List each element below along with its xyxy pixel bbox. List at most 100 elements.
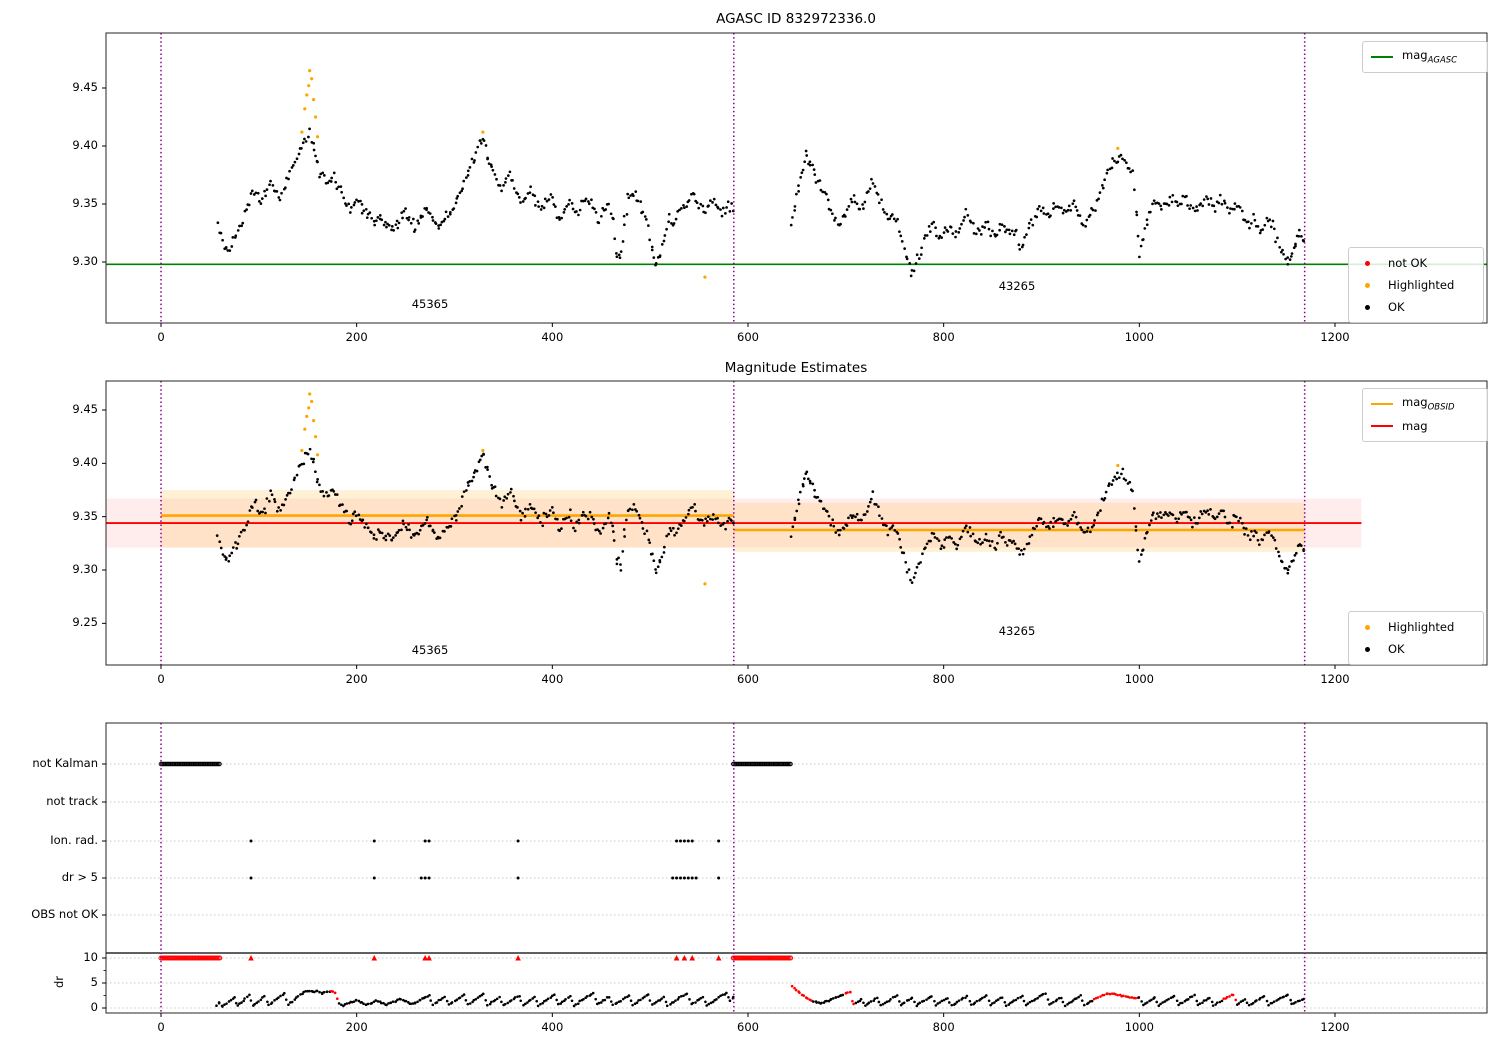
ok-point	[350, 206, 353, 209]
dr-point	[462, 993, 466, 996]
highlighted-point	[307, 84, 311, 88]
ok-point	[1181, 194, 1185, 198]
ok-point	[644, 218, 648, 221]
ok-point	[609, 521, 613, 525]
dr-point	[1267, 1003, 1270, 1007]
dr-point	[519, 999, 523, 1003]
ok-point	[685, 205, 689, 208]
flag-point	[427, 876, 431, 880]
ok-point	[650, 245, 654, 249]
ok-point	[726, 200, 730, 204]
x-tick-label: 400	[541, 330, 564, 344]
ok-point	[612, 539, 616, 542]
dr-point	[591, 991, 595, 995]
dr-point	[679, 994, 683, 998]
ok-point	[1113, 475, 1117, 479]
ok-point	[954, 235, 957, 239]
ok-point	[845, 524, 849, 527]
ok-point	[1111, 479, 1115, 482]
ok-point	[1218, 193, 1222, 197]
ok-point	[1277, 554, 1281, 558]
ok-point	[615, 255, 619, 259]
ok-point	[874, 503, 878, 506]
ok-point	[1193, 209, 1197, 213]
ok-point	[428, 212, 432, 215]
ok-point	[932, 220, 936, 224]
dr-point	[576, 1002, 580, 1006]
ok-point	[301, 141, 305, 145]
ok-point	[470, 157, 474, 161]
dr-point	[1140, 1000, 1143, 1003]
dr-point	[574, 1003, 578, 1006]
ok-point	[512, 494, 515, 498]
ok-point	[533, 194, 537, 198]
ok-point	[1152, 199, 1156, 203]
ok-point	[979, 233, 983, 236]
dr-point	[1044, 992, 1047, 995]
ok-point	[587, 202, 591, 206]
dr-point	[1245, 1001, 1249, 1005]
flag-point	[690, 839, 694, 843]
ok-point	[645, 529, 649, 533]
ok-point	[1286, 571, 1290, 575]
legend-row: OK	[1357, 638, 1473, 660]
x-tick-label: 600	[737, 330, 759, 344]
dr-point	[217, 1001, 221, 1004]
ok-point	[1167, 203, 1171, 207]
legend-label: OK	[1388, 300, 1405, 314]
dr-point	[879, 1003, 882, 1007]
ok-point	[1223, 201, 1227, 205]
ok-point	[611, 530, 615, 533]
ok-point	[1243, 218, 1247, 222]
ok-point	[271, 183, 275, 187]
ok-point	[263, 189, 266, 193]
ok-point	[321, 171, 325, 175]
dr-point	[895, 994, 899, 997]
ok-point	[969, 220, 973, 224]
dr-point	[1251, 1001, 1255, 1005]
ok-point	[1074, 205, 1078, 209]
ok-point	[551, 196, 554, 199]
dr-point	[859, 997, 863, 1001]
ok-point	[946, 230, 950, 233]
ok-point	[929, 539, 932, 543]
dr-point	[1096, 996, 1100, 999]
highlighted-point	[315, 453, 320, 457]
ok-point	[964, 207, 968, 211]
ok-point	[814, 181, 818, 184]
x-tick-label: 1000	[1124, 330, 1154, 344]
ok-point	[1228, 211, 1231, 215]
ok-point	[517, 196, 521, 199]
ok-point	[335, 493, 339, 497]
ok-point	[1083, 530, 1087, 534]
ok-point	[563, 207, 567, 211]
dr-point	[1145, 1001, 1149, 1004]
ok-point	[691, 505, 694, 509]
ok-point	[400, 528, 403, 532]
ok-point	[567, 515, 571, 519]
ok-point	[1185, 510, 1188, 514]
ok-point	[928, 230, 932, 233]
ok-point	[460, 504, 464, 508]
ok-point	[239, 530, 243, 534]
ok-point	[264, 511, 267, 515]
ok-point	[702, 524, 706, 527]
flag-point	[694, 876, 698, 880]
ok-point	[409, 536, 413, 539]
dr-point	[946, 997, 949, 1000]
x-tick-label: 400	[541, 672, 564, 686]
ok-point	[1092, 523, 1096, 527]
ok-point	[793, 209, 797, 212]
ok-point	[1269, 225, 1273, 229]
mean-band	[733, 502, 1305, 552]
ok-point	[536, 200, 540, 204]
ok-point	[958, 227, 962, 230]
ok-point	[1228, 521, 1232, 525]
ok-point	[345, 509, 349, 513]
dr-point	[1134, 996, 1138, 1000]
ok-point	[1302, 239, 1306, 243]
dr-point	[889, 998, 892, 1001]
dr-point	[506, 1001, 510, 1005]
ok-point	[908, 262, 912, 265]
ok-point	[907, 568, 911, 571]
